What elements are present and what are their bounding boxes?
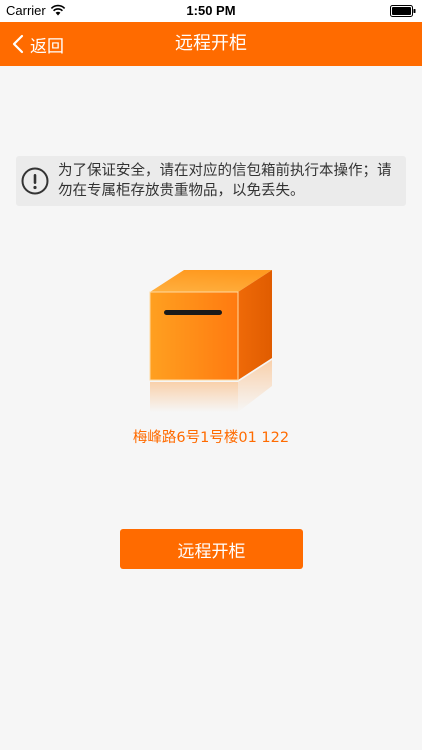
remote-open-screen: Carrier 1:50 PM 返回 远程开柜 为了保证安全，请在对应的信包箱前… <box>0 0 422 750</box>
remote-open-button[interactable]: 远程开柜 <box>120 529 303 569</box>
mailbox-icon <box>149 270 272 412</box>
page-title: 远程开柜 <box>175 33 247 54</box>
status-bar: Carrier 1:50 PM <box>0 0 422 22</box>
safety-notice: 为了保证安全，请在对应的信包箱前执行本操作；请勿在专属柜存放贵重物品，以免丢失。 <box>16 156 406 206</box>
mailbox-address: 梅峰路6号1号楼01 122 <box>132 430 290 446</box>
status-time: 1:50 PM <box>186 3 236 18</box>
notice-text: 为了保证安全，请在对应的信包箱前执行本操作；请勿在专属柜存放贵重物品，以免丢失。 <box>58 163 392 199</box>
alert-circle-icon <box>21 167 49 195</box>
battery-icon <box>390 5 416 17</box>
navigation-bar: 返回 远程开柜 <box>0 22 422 66</box>
